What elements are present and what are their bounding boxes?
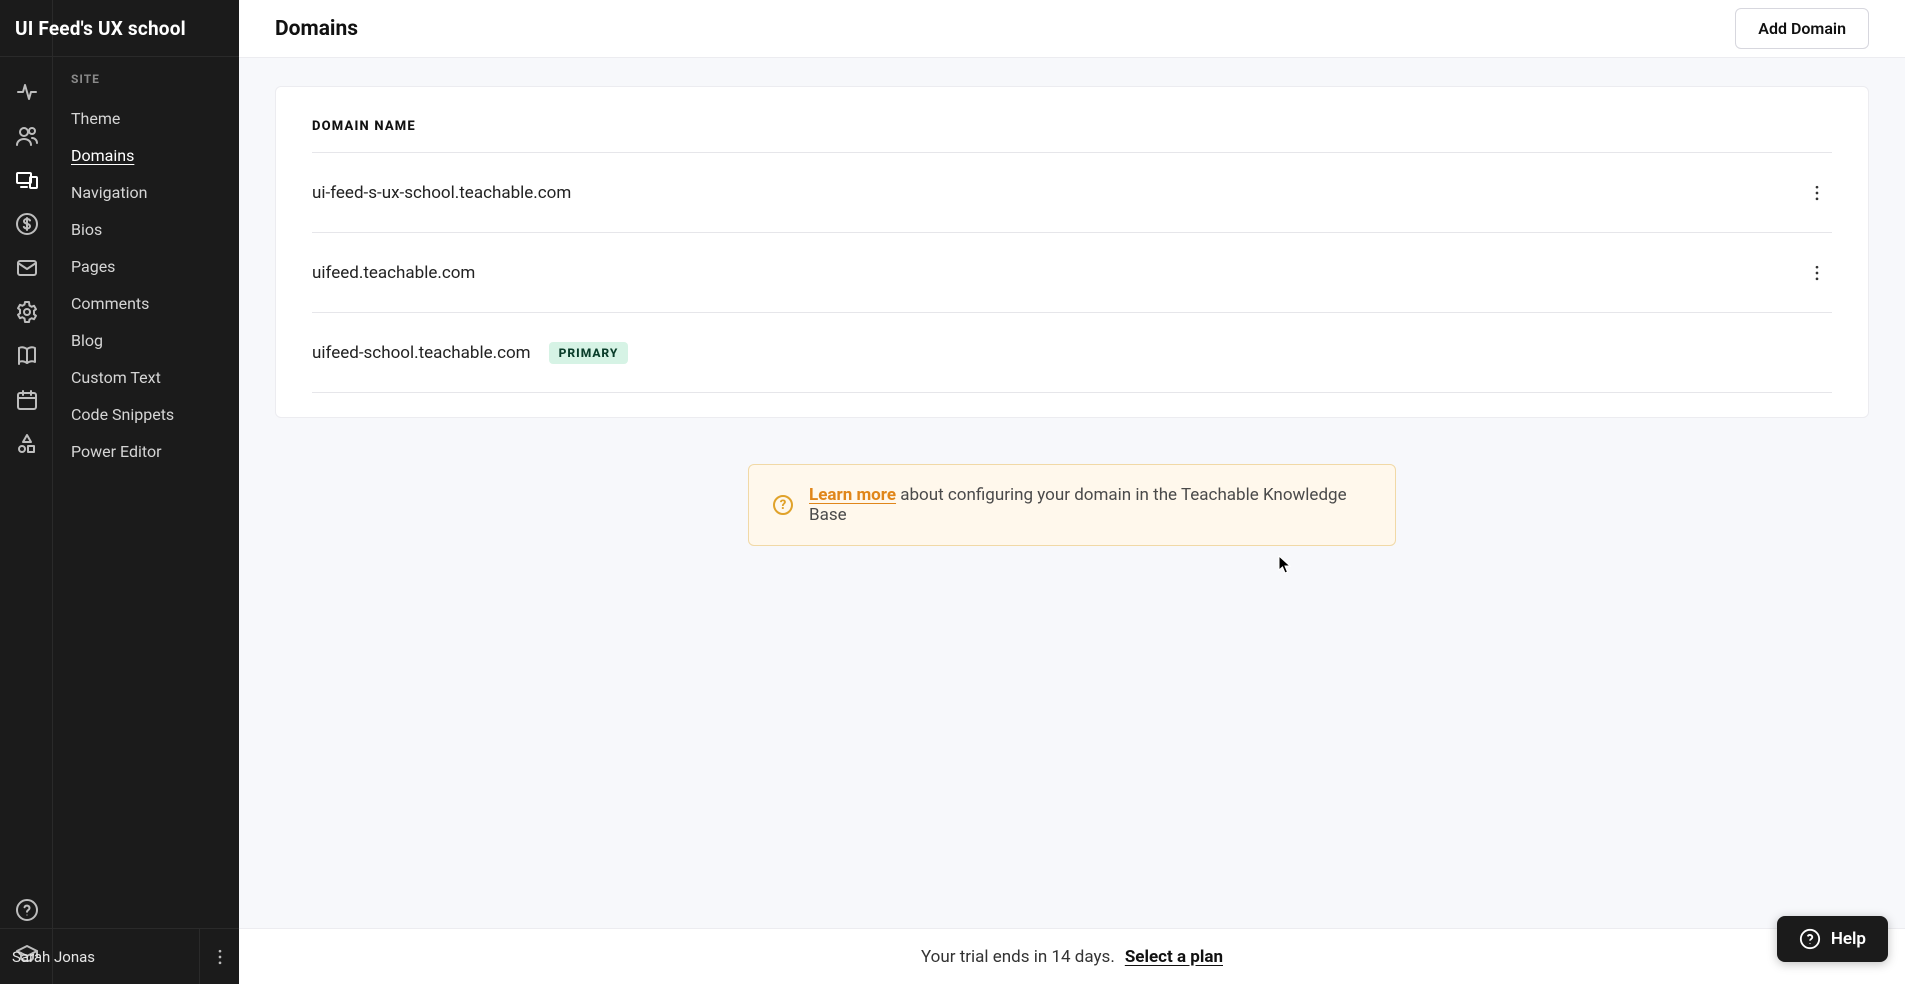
main-area: Domains Add Domain DOMAIN NAME ui-feed-s… <box>239 0 1905 984</box>
rail-book[interactable] <box>0 334 53 378</box>
info-banner-text: Learn more about configuring your domain… <box>809 485 1371 525</box>
sidebar-item-code-snippets[interactable]: Code Snippets <box>71 396 231 433</box>
help-circle-icon <box>15 898 39 922</box>
add-domain-button[interactable]: Add Domain <box>1735 8 1869 49</box>
help-fab[interactable]: Help <box>1777 916 1888 962</box>
sidebar-item-theme[interactable]: Theme <box>71 100 231 137</box>
mail-icon <box>15 256 39 280</box>
rail-dollar[interactable] <box>0 202 53 246</box>
dollar-icon <box>15 212 39 236</box>
trial-text: Your trial ends in 14 days. <box>921 947 1115 967</box>
activity-icon <box>15 80 39 104</box>
rail-devices[interactable] <box>0 158 53 202</box>
table-row: uifeed-school.teachable.com PRIMARY <box>312 313 1832 393</box>
icon-rail <box>0 0 53 984</box>
sidebar-item-navigation[interactable]: Navigation <box>71 174 231 211</box>
rail-mail[interactable] <box>0 246 53 290</box>
rail-settings[interactable] <box>0 290 53 334</box>
users-icon <box>15 124 39 148</box>
question-circle-icon: ? <box>773 495 793 515</box>
info-banner: ? Learn more about configuring your doma… <box>748 464 1396 546</box>
shapes-icon <box>15 432 39 456</box>
more-vertical-icon <box>210 947 230 967</box>
rail-calendar[interactable] <box>0 378 53 422</box>
primary-badge: PRIMARY <box>549 342 629 364</box>
sidebar-item-domains[interactable]: Domains <box>71 137 231 174</box>
row-menu-button[interactable] <box>1802 258 1832 288</box>
sidebar-item-custom-text[interactable]: Custom Text <box>71 359 231 396</box>
help-fab-label: Help <box>1831 929 1866 949</box>
domain-name: uifeed.teachable.com <box>312 263 475 283</box>
book-icon <box>15 344 39 368</box>
domain-name: uifeed-school.teachable.com <box>312 343 531 363</box>
rail-users[interactable] <box>0 114 53 158</box>
settings-icon <box>15 300 39 324</box>
topbar: Domains Add Domain <box>239 0 1905 58</box>
more-vertical-icon <box>1807 183 1827 203</box>
page-title: Domains <box>275 17 358 41</box>
table-row: uifeed.teachable.com <box>312 233 1832 313</box>
sidebar-item-comments[interactable]: Comments <box>71 285 231 322</box>
user-name[interactable]: Sarah Jonas <box>0 948 199 966</box>
calendar-icon <box>15 388 39 412</box>
table-row: ui-feed-s-ux-school.teachable.com <box>312 153 1832 233</box>
rail-activity[interactable] <box>0 70 53 114</box>
right-gutter <box>1905 0 1920 984</box>
table-header-domain-name: DOMAIN NAME <box>312 119 1832 153</box>
user-menu-button[interactable] <box>199 929 239 984</box>
sidebar-section-label: SITE <box>71 72 231 86</box>
trial-bar: Your trial ends in 14 days. Select a pla… <box>239 928 1905 984</box>
row-menu-button[interactable] <box>1802 178 1832 208</box>
learn-more-link[interactable]: Learn more <box>809 485 896 505</box>
sidebar-item-blog[interactable]: Blog <box>71 322 231 359</box>
rail-help-circle[interactable] <box>0 888 53 932</box>
rail-shapes[interactable] <box>0 422 53 466</box>
sidebar-item-pages[interactable]: Pages <box>71 248 231 285</box>
sidebar-item-bios[interactable]: Bios <box>71 211 231 248</box>
more-vertical-icon <box>1807 263 1827 283</box>
brand-title[interactable]: UI Feed's UX school <box>0 0 239 57</box>
domains-card: DOMAIN NAME ui-feed-s-ux-school.teachabl… <box>275 86 1869 418</box>
sidebar-panel: UI Feed's UX school SITE ThemeDomainsNav… <box>53 0 239 984</box>
devices-icon <box>15 168 39 192</box>
domain-name: ui-feed-s-ux-school.teachable.com <box>312 183 571 203</box>
select-plan-link[interactable]: Select a plan <box>1125 947 1223 967</box>
sidebar-item-power-editor[interactable]: Power Editor <box>71 433 231 470</box>
user-footer: Sarah Jonas <box>0 928 239 984</box>
help-circle-icon <box>1799 928 1821 950</box>
